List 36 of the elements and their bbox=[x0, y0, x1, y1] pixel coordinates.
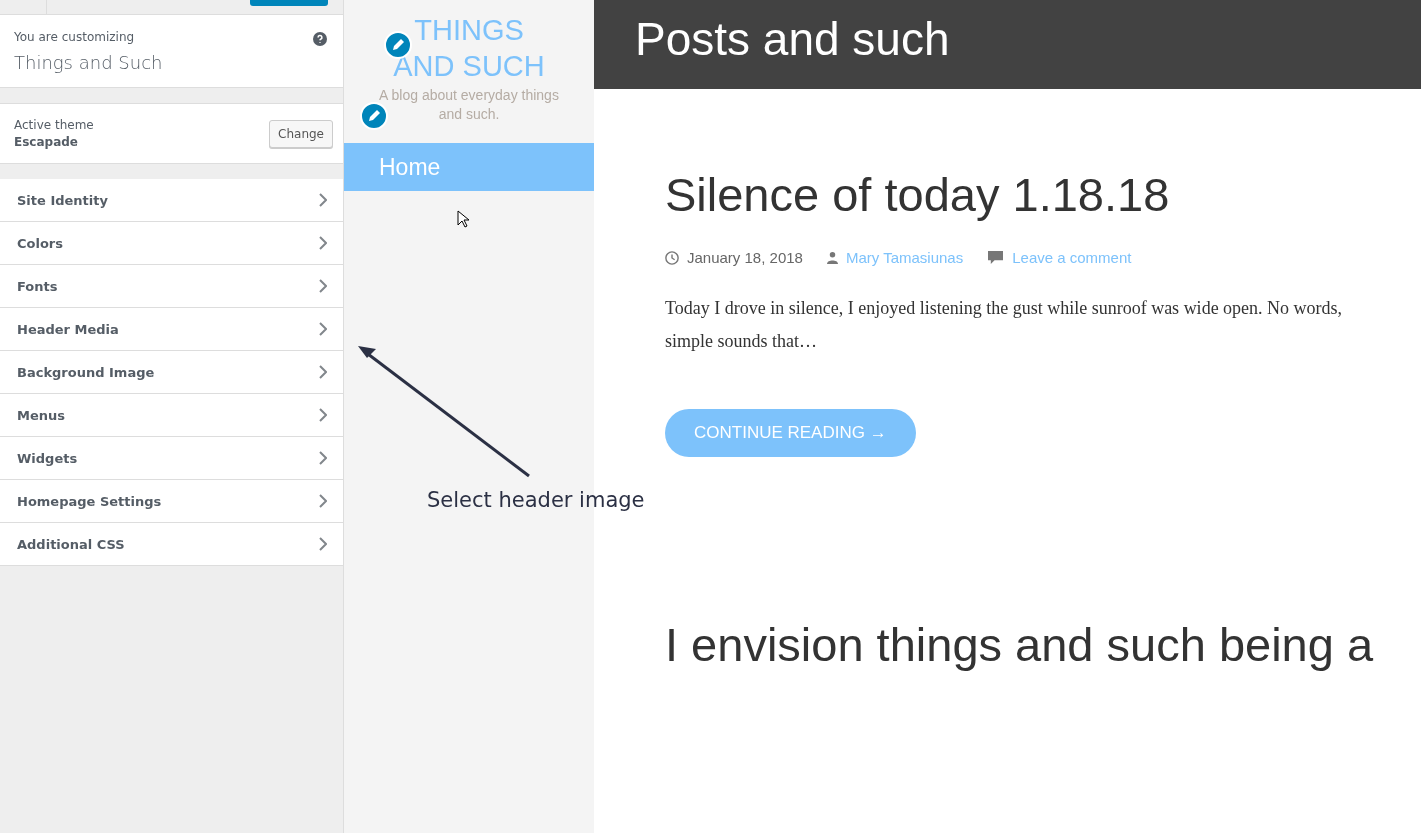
section-item[interactable]: Header Media bbox=[0, 308, 343, 351]
intro-label: You are customizing bbox=[14, 30, 135, 44]
chevron-icon bbox=[319, 408, 327, 422]
annotation-label: Select header image bbox=[427, 488, 645, 512]
theme-name: Escapade bbox=[14, 135, 78, 149]
chevron-icon bbox=[319, 279, 327, 293]
section-item[interactable]: Additional CSS bbox=[0, 523, 343, 566]
site-name: Things and Such bbox=[14, 52, 163, 73]
cursor-icon bbox=[457, 210, 469, 228]
section-item[interactable]: Homepage Settings bbox=[0, 480, 343, 523]
page-title: Posts and such bbox=[635, 11, 950, 66]
chevron-icon bbox=[319, 537, 327, 551]
chevron-icon bbox=[319, 365, 327, 379]
chevron-icon bbox=[319, 494, 327, 508]
theme-label: Active theme bbox=[14, 118, 94, 132]
chevron-icon bbox=[319, 236, 327, 250]
post-title[interactable]: I envision things and such being a bbox=[665, 617, 1374, 673]
section-item[interactable]: Menus bbox=[0, 394, 343, 437]
clock-icon bbox=[665, 250, 679, 265]
post-date: January 18, 2018 bbox=[687, 249, 803, 266]
user-icon bbox=[826, 251, 838, 264]
post-excerpt: Today I drove in silence, I enjoyed listening the gust while sunroof was wide open. No words, simple sounds that… bbox=[665, 297, 1344, 353]
chevron-icon bbox=[319, 193, 327, 207]
comment-icon bbox=[987, 250, 1005, 265]
change-button[interactable]: Change bbox=[269, 119, 333, 148]
edit-icon[interactable] bbox=[360, 102, 388, 130]
section-item[interactable]: Fonts bbox=[0, 265, 343, 308]
chevron-icon bbox=[319, 322, 327, 336]
chevron-icon bbox=[319, 451, 327, 465]
section-item[interactable]: Background Image bbox=[0, 351, 343, 394]
section-item[interactable]: Widgets bbox=[0, 437, 343, 480]
post-title[interactable]: Silence of today 1.18.18 bbox=[665, 167, 1170, 223]
site-tagline: A blog about everyday things and such. bbox=[379, 86, 559, 124]
section-item[interactable]: Site Identity bbox=[0, 179, 343, 222]
section-item[interactable]: Colors bbox=[0, 222, 343, 265]
help-icon[interactable] bbox=[313, 32, 327, 46]
